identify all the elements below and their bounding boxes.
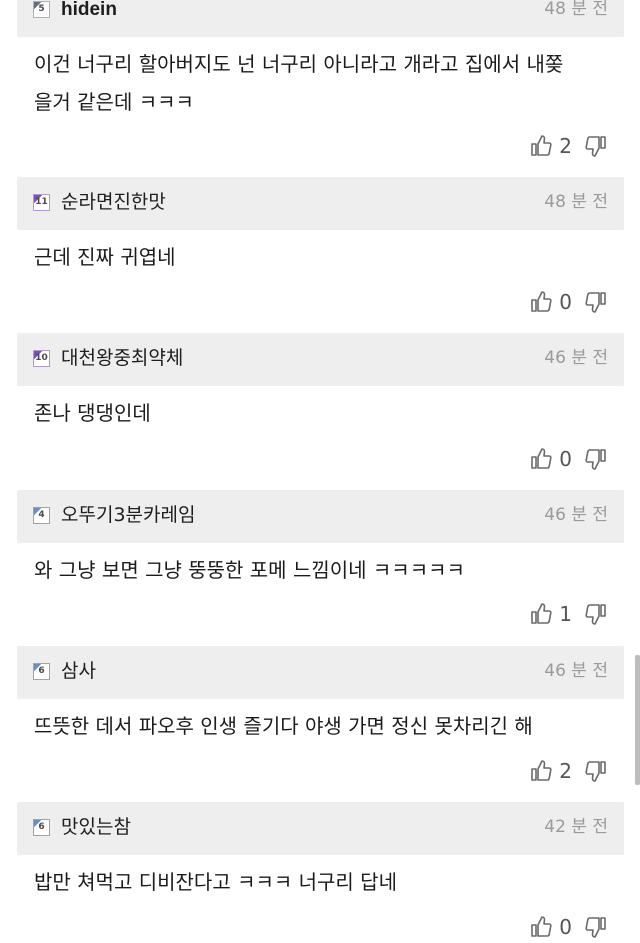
thumbs-down-icon[interactable]: [584, 134, 608, 158]
comment-text-line: 밥만 쳐먹고 디비잔다고 ㅋㅋㅋ 너구리 답네: [34, 870, 397, 894]
thumbs-down-icon[interactable]: [584, 602, 608, 626]
timestamp: 46 분 전: [544, 505, 608, 525]
comment-text-line: 근데 진짜 귀엽네: [34, 245, 176, 269]
comment-text: 존나 댕댕인데: [34, 394, 624, 432]
thumbs-down-icon[interactable]: [584, 915, 608, 939]
nickname[interactable]: 순라면진한맛: [61, 190, 166, 215]
level-badge: 11: [33, 194, 50, 211]
thumbs-up-icon[interactable]: [529, 290, 553, 314]
comment-text-line: 이건 너구리 할아버지도 넌 너구리 아니라고 개라고 집에서 내쫒: [34, 52, 564, 76]
comment-header: 4 오뚜기3분카레임 46 분 전: [17, 490, 624, 543]
thumbs-up-icon[interactable]: [529, 447, 553, 471]
vote-bar: 1: [529, 600, 608, 628]
vote-bar: 0: [529, 445, 608, 473]
comment-text-line: 와 그냥 보면 그냥 뚱뚱한 포메 느낌이네 ㅋㅋㅋㅋㅋ: [34, 558, 465, 582]
comment-text: 밥만 쳐먹고 디비잔다고 ㅋㅋㅋ 너구리 답네: [34, 863, 624, 901]
comment-header: 5 hidein 48 분 전: [17, 0, 624, 37]
comment-header: 10 대천왕중최약체 46 분 전: [17, 333, 624, 386]
nickname[interactable]: hidein: [61, 0, 117, 22]
level-badge: 4: [33, 507, 50, 524]
timestamp: 46 분 전: [544, 661, 608, 681]
comment-text-line: 을거 같은데 ㅋㅋㅋ: [34, 90, 194, 114]
thumbs-up-icon[interactable]: [529, 602, 553, 626]
vote-bar: 2: [529, 132, 608, 160]
thumbs-up-icon[interactable]: [529, 759, 553, 783]
nickname[interactable]: 대천왕중최약체: [61, 346, 183, 371]
timestamp: 46 분 전: [544, 348, 608, 368]
comment-text: 근데 진짜 귀엽네: [34, 238, 624, 276]
comment-header: 6 삼사 46 분 전: [17, 646, 624, 699]
comment-text-line: 뜨뜻한 데서 파오후 인생 즐기다 야생 가면 정신 못차리긴 해: [34, 714, 533, 738]
comment-header: 11 순라면진한맛 48 분 전: [17, 177, 624, 230]
comment-header: 6 맛있는참 42 분 전: [17, 802, 624, 855]
vote-bar: 2: [529, 757, 608, 785]
level-badge: 5: [33, 1, 50, 18]
thumbs-up-icon[interactable]: [529, 915, 553, 939]
like-count: 0: [559, 290, 572, 314]
thumbs-down-icon[interactable]: [584, 759, 608, 783]
timestamp: 48 분 전: [544, 192, 608, 212]
comment-text-line: 존나 댕댕인데: [34, 401, 151, 425]
nickname[interactable]: 맛있는참: [61, 815, 131, 840]
comment-text: 뜨뜻한 데서 파오후 인생 즐기다 야생 가면 정신 못차리긴 해: [34, 707, 624, 745]
vote-bar: 0: [529, 913, 608, 941]
level-badge: 6: [33, 663, 50, 680]
timestamp: 42 분 전: [544, 817, 608, 837]
nickname[interactable]: 삼사: [61, 659, 96, 684]
nickname[interactable]: 오뚜기3분카레임: [61, 503, 195, 528]
scrollbar[interactable]: [635, 655, 640, 785]
vote-bar: 0: [529, 288, 608, 316]
thumbs-up-icon[interactable]: [529, 134, 553, 158]
like-count: 2: [559, 759, 572, 783]
timestamp: 48 분 전: [544, 0, 608, 19]
thumbs-down-icon[interactable]: [584, 290, 608, 314]
like-count: 0: [559, 915, 572, 939]
like-count: 1: [559, 602, 572, 626]
level-badge: 10: [33, 350, 50, 367]
comment-text: 와 그냥 보면 그냥 뚱뚱한 포메 느낌이네 ㅋㅋㅋㅋㅋ: [34, 551, 624, 589]
comment-text: 이건 너구리 할아버지도 넌 너구리 아니라고 개라고 집에서 내쫒 을거 같은…: [34, 45, 624, 121]
level-badge: 6: [33, 819, 50, 836]
like-count: 0: [559, 447, 572, 471]
thumbs-down-icon[interactable]: [584, 447, 608, 471]
like-count: 2: [559, 134, 572, 158]
